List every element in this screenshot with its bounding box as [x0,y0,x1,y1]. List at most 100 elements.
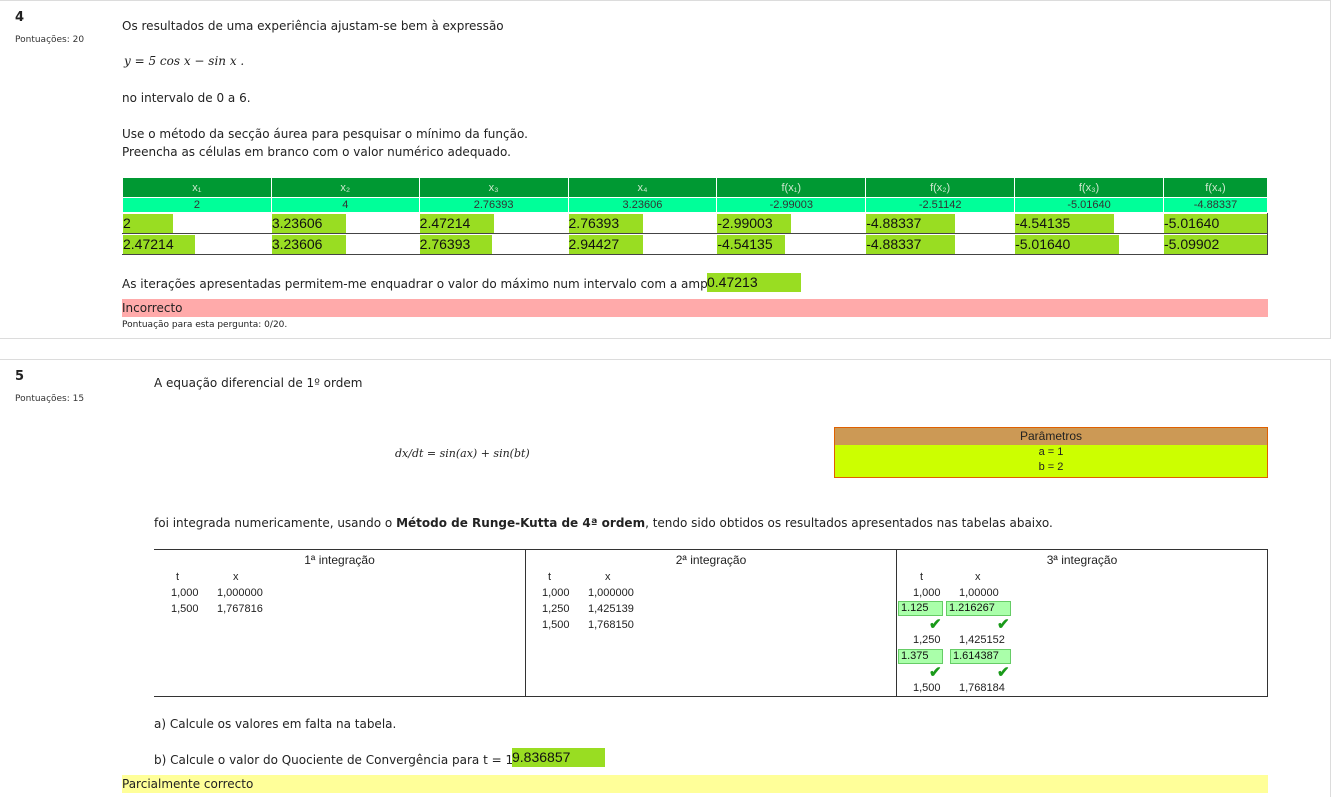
table-row: 2 3.23606 2.47214 2.76393 -2.99003 -4.88… [122,212,1269,234]
answer-input[interactable]: 2.94427 [568,234,643,254]
x-value: 1,00000 [959,587,999,599]
header-x1: x₁ [122,177,272,198]
answer-input[interactable]: 2 [123,213,173,233]
amplitude-text: As iterações apresentadas permitem-me en… [122,277,742,291]
t-header: t [920,571,924,583]
given-cell: 3.23606 [567,197,718,213]
integration-column-3: 3ª integração t x 1,000 1,00000 1.125 1.… [896,550,1268,696]
header-fx2: f(x₂) [865,177,1016,198]
part-a: a) Calcule os valores em falta na tabela… [154,717,397,731]
description-post: , tendo sido obtidos os resultados apres… [645,516,1053,530]
feedback-incorrect: Incorrecto [122,299,1268,317]
runge-kutta-table: 1ª integração t x 1,000 1,000000 1,500 1… [154,549,1268,697]
given-cell: -4.88337 [1162,197,1269,213]
x-value: 1,000000 [217,587,263,599]
answer-input[interactable]: -5.01640 [1015,234,1120,254]
x-value: 1,425152 [959,634,1005,646]
answer-input[interactable]: -4.88337 [866,213,956,233]
method-name: Método de Runge-Kutta de 4ª ordem [396,516,646,530]
given-cell: -2.99003 [716,197,867,213]
t-value: 1,000 [913,587,941,599]
t-value: 1,000 [542,587,570,599]
feedback-partial: Parcialmente correcto [122,775,1268,793]
t-value: 1,500 [171,603,199,615]
x-value: 1,768184 [959,682,1005,694]
t-value: 1,250 [913,634,941,646]
header-fx4: f(x₄) [1162,177,1269,198]
given-cell: 2 [122,197,272,213]
column-title: 3ª integração [1046,553,1118,567]
check-icon: ✔ [997,664,1010,681]
t-value: 1,500 [913,682,941,694]
param-a: a = 1 [1038,446,1064,458]
x-value: 1,767816 [217,603,263,615]
header-x2: x₂ [270,177,420,198]
t-header: t [176,571,180,583]
table-given-row: 2 4 2.76393 3.23606 -2.99003 -2.51142 -5… [122,197,1269,213]
question-number: 5 [15,369,25,384]
table-header-row: x₁ x₂ x₃ x₄ f(x₁) f(x₂) f(x₃) f(x₄) [122,177,1269,198]
x-value: 1,000000 [588,587,634,599]
integration-column-1: 1ª integração t x 1,000 1,000000 1,500 1… [154,550,525,696]
x-value: 1,768150 [588,619,634,631]
question-score-label: Pontuações: 20 [15,35,85,45]
param-b: b = 2 [1038,461,1064,473]
answer-input[interactable]: -5.09902 [1163,234,1267,254]
header-fx1: f(x₁) [716,177,867,198]
answer-input[interactable]: 2.47214 [123,234,195,254]
t-header: t [548,571,552,583]
t-value: 1,250 [542,603,570,615]
column-title: 1ª integração [304,553,375,567]
given-cell: -5.01640 [1014,197,1164,213]
answer-input[interactable]: 3.23606 [271,234,346,254]
answer-input[interactable]: 2.76393 [419,234,492,254]
description-pre: foi integrada numericamente, usando o [154,516,397,530]
interval-text: no intervalo de 0 a 6. [122,91,251,105]
score-result: Pontuação para esta pergunta: 0/20. [122,320,288,330]
parameters-title: Parâmetros [835,428,1267,445]
t-value: 1,500 [542,619,570,631]
header-x3: x₃ [418,177,569,198]
instruction-1: Use o método da secção áurea para pesqui… [122,127,528,141]
header-fx3: f(x₃) [1014,177,1164,198]
x-value: 1,425139 [588,603,634,615]
differential-equation: dx/dt = sin(ax) + sin(bt) [395,447,530,460]
given-cell: -2.51142 [865,197,1016,213]
t-answer-input[interactable]: 1.375 [898,649,943,664]
amplitude-input[interactable]: 0.47213 [707,273,801,292]
question-score-label: Pontuações: 15 [15,394,85,404]
x-header: x [605,571,611,583]
question-number: 4 [15,10,25,25]
t-answer-input[interactable]: 1.125 [898,601,943,616]
given-cell: 4 [270,197,420,213]
column-title: 2ª integração [675,553,747,567]
answer-input[interactable]: -2.99003 [717,213,792,233]
header-x4: x₄ [567,177,718,198]
part-b: b) Calcule o valor do Quociente de Conve… [154,753,525,767]
answer-input[interactable]: 2.76393 [568,213,643,233]
check-icon: ✔ [997,616,1010,633]
x-answer-input[interactable]: 1.216267 [946,601,1011,616]
parameters-box: Parâmetros a = 1 b = 2 [834,427,1268,478]
answer-input[interactable]: 3.23606 [271,213,346,233]
given-cell: 2.76393 [418,197,569,213]
answer-input[interactable]: 2.47214 [419,213,494,233]
t-value: 1,000 [171,587,199,599]
answer-input[interactable]: -4.54135 [717,234,786,254]
golden-section-table: x₁ x₂ x₃ x₄ f(x₁) f(x₂) f(x₃) f(x₄) 2 4 … [122,177,1269,255]
answer-input[interactable]: -4.88337 [866,234,956,254]
x-answer-input[interactable]: 1.614387 [950,649,1011,664]
question-intro: A equação diferencial de 1º ordem [154,376,363,390]
table-row: 2.47214 3.23606 2.76393 2.94427 -4.54135… [122,233,1269,255]
integration-description: foi integrada numericamente, usando o Mé… [154,516,1053,530]
answer-input[interactable]: -4.54135 [1015,213,1115,233]
check-icon: ✔ [929,664,942,681]
formula: y = 5 cos x − sin x . [124,54,245,68]
parameters-values: a = 1 b = 2 [835,445,1267,477]
instruction-2: Preencha as células em branco com o valo… [122,145,511,159]
convergence-input[interactable]: 9.836857 [512,748,605,767]
answer-input[interactable]: -5.01640 [1163,213,1267,233]
integration-column-2: 2ª integração t x 1,000 1,000000 1,250 1… [525,550,896,696]
x-header: x [233,571,239,583]
question-intro: Os resultados de uma experiência ajustam… [122,19,504,33]
